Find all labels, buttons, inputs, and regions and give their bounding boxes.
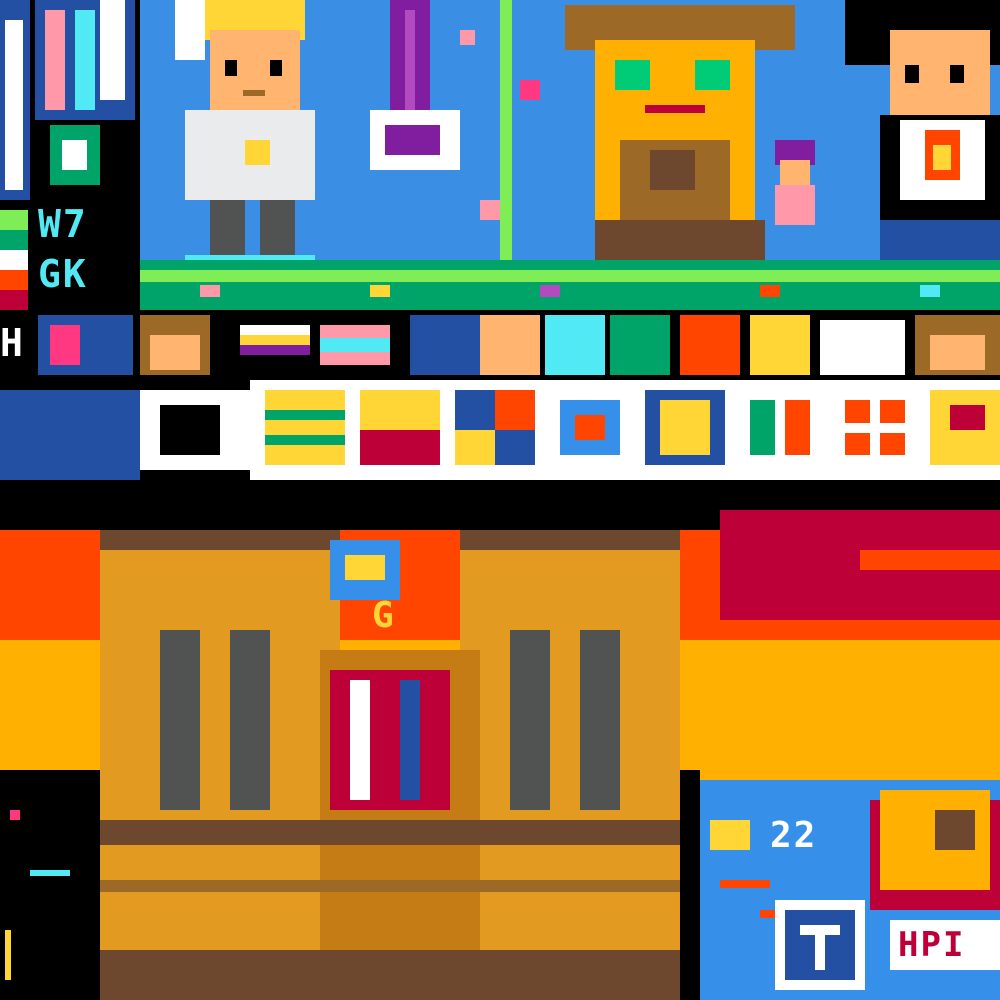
astronaut-character	[165, 0, 335, 280]
w7-label: W7	[38, 202, 88, 246]
shield-yellow-blue	[645, 390, 725, 465]
w22-label: 22	[770, 815, 818, 856]
shield-row	[0, 380, 1000, 490]
shield-yellow-red	[930, 390, 1000, 465]
emblem-row: H	[0, 310, 1000, 380]
shield-green-white	[740, 390, 820, 465]
left-flag-column: W7 GK	[0, 0, 140, 320]
flame-shirt-character	[845, 0, 1000, 280]
shield-blue-orange	[455, 390, 535, 465]
shield-white-blue	[550, 390, 630, 465]
bottom-left-lines	[0, 770, 80, 1000]
hpi-label: HPI	[898, 925, 966, 965]
shield-orange-cross	[835, 390, 915, 465]
small-pink-figure	[765, 140, 825, 230]
purple-flower-vine	[350, 0, 570, 300]
shield-red-yellow	[360, 390, 440, 465]
g-letter-label: G	[372, 595, 396, 636]
grass-strip	[140, 260, 1000, 310]
shield-yellow-green	[265, 390, 345, 465]
gk-label: GK	[38, 252, 88, 296]
cathedral-facade: G	[80, 500, 700, 1000]
flame-shirt-character-icon	[845, 0, 1000, 280]
bottom-right-panel: 22 HPI	[700, 780, 1000, 1000]
pixel-canvas[interactable]: W7 GK H G 22 HPI	[0, 0, 1000, 1000]
astronaut-character-icon	[175, 0, 315, 275]
